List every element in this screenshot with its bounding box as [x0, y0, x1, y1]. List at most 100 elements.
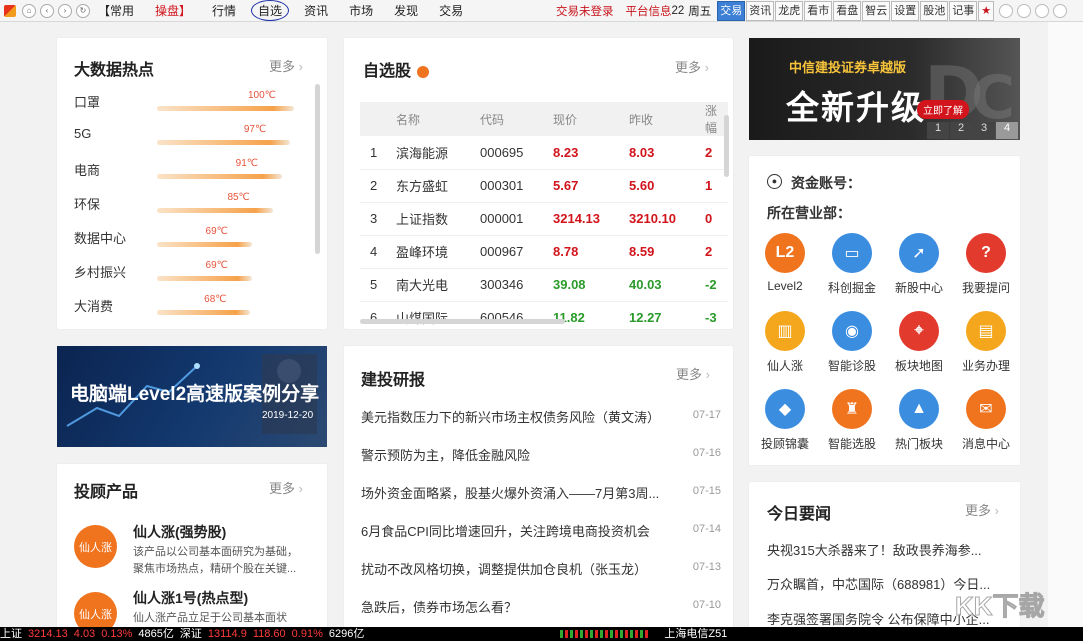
col-price[interactable]: 现价 — [553, 102, 629, 136]
stock-name[interactable]: 山煤国际 — [396, 301, 480, 329]
back-icon[interactable]: ‹ — [40, 4, 54, 18]
promo-page-2[interactable]: 2 — [950, 122, 972, 139]
research-more-link[interactable]: 更多 — [676, 364, 710, 383]
banner-date: 2019-12-20 — [262, 410, 313, 421]
service-icon-label: 科创掘金 — [822, 279, 882, 296]
col-prev-close[interactable]: 昨收 — [629, 102, 705, 136]
service-icon-button[interactable]: ▤业务办理 — [956, 311, 1016, 374]
service-icon-button[interactable]: ✉消息中心 — [956, 389, 1016, 452]
quick-dragon-tiger-button[interactable]: 龙虎 — [775, 1, 803, 21]
stock-prev-close: 12.27 — [629, 301, 705, 329]
watchlist-hscrollbar[interactable] — [360, 319, 565, 324]
hot-topic-item[interactable]: 环保85℃ — [74, 192, 304, 216]
level2-case-banner[interactable]: 电脑端Level2高速版案例分享 2019-12-20 — [57, 346, 327, 447]
service-icon-button[interactable]: ◉智能诊股 — [822, 311, 882, 374]
stock-name[interactable]: 南大光电 — [396, 268, 480, 301]
menu-info[interactable]: 资讯 — [304, 2, 328, 19]
news-more-link[interactable]: 更多 — [965, 500, 999, 519]
promo-page-3[interactable]: 3 — [973, 122, 995, 139]
quick-trade-button[interactable]: 交易 — [717, 1, 745, 21]
service-icon-button[interactable]: ◆投顾锦囊 — [755, 389, 815, 452]
research-date: 07-10 — [693, 599, 721, 611]
research-item[interactable]: 扰动不改风格切换，调整提供加仓良机（张玉龙） — [361, 559, 679, 578]
research-item[interactable]: 美元指数压力下的新兴市场主权债务风险（黄文涛） — [361, 407, 679, 426]
stock-name[interactable]: 滨海能源 — [396, 136, 480, 169]
advisor-more-link[interactable]: 更多 — [269, 478, 303, 497]
news-item[interactable]: 央视315大杀器来了！敌政畏养海参... — [767, 540, 1007, 559]
account-label[interactable]: 资金账号： — [791, 173, 861, 193]
index-sz-name[interactable]: 深证 — [180, 627, 202, 641]
menu-watchlist[interactable]: 自选 — [251, 0, 289, 21]
table-row[interactable]: 4盈峰环境0009678.788.592 — [360, 235, 728, 268]
promo-banner[interactable]: D C 中信建投证券卓越版 全新升级 立即了解 1 2 3 4 — [749, 38, 1020, 140]
quick-settings-button[interactable]: 设置 — [891, 1, 919, 21]
quick-info-button[interactable]: 资讯 — [746, 1, 774, 21]
info-icon[interactable] — [417, 66, 429, 78]
service-icon-button[interactable]: L2Level2 — [755, 233, 815, 293]
quick-view-market-button[interactable]: 看市 — [804, 1, 832, 21]
skin-icon[interactable] — [999, 4, 1013, 18]
quick-stock-pool-button[interactable]: 股池 — [920, 1, 948, 21]
forward-icon[interactable]: › — [58, 4, 72, 18]
service-icon-label: 新股中心 — [889, 279, 949, 296]
watchlist-more-link[interactable]: 更多 — [675, 57, 709, 76]
row-index: 4 — [360, 235, 396, 268]
hot-topic-item[interactable]: 数据中心69℃ — [74, 226, 304, 250]
service-icon-button[interactable]: ♜智能选股 — [822, 389, 882, 452]
refresh-icon[interactable]: ↻ — [76, 4, 90, 18]
advisor-product-name[interactable]: 仙人涨1号(热点型) — [133, 588, 248, 608]
server-status[interactable]: 上海电信Z51 — [664, 627, 727, 641]
col-name[interactable]: 名称 — [396, 102, 480, 136]
research-item[interactable]: 警示预防为主，降低金融风险 — [361, 445, 679, 464]
advisor-product-name[interactable]: 仙人涨(强势股) — [133, 522, 226, 542]
quick-notes-button[interactable]: 记事 — [949, 1, 977, 21]
research-item[interactable]: 场外资金面略紧，股基火爆外资涌入——7月第3周... — [361, 483, 679, 502]
table-row[interactable]: 2东方盛虹0003015.675.601 — [360, 169, 728, 202]
col-code[interactable]: 代码 — [480, 102, 553, 136]
quick-zhiyun-button[interactable]: 智云 — [862, 1, 890, 21]
hot-topic-item[interactable]: 乡村振兴69℃ — [74, 260, 304, 284]
hot-topic-item[interactable]: 大消费68℃ — [74, 294, 304, 318]
restore-icon[interactable] — [1035, 4, 1049, 18]
table-row[interactable]: 1滨海能源0006958.238.032 — [360, 136, 728, 169]
menu-common[interactable]: 【常用 — [98, 2, 134, 19]
table-row[interactable]: 6山煤国际60054611.8212.27-3 — [360, 301, 728, 329]
table-row[interactable]: 5南大光电30034639.0840.03-2 — [360, 268, 728, 301]
stock-name[interactable]: 东方盛虹 — [396, 169, 480, 202]
service-icon-button[interactable]: ➚新股中心 — [889, 233, 949, 296]
service-icon-button[interactable]: ▭科创掘金 — [822, 233, 882, 296]
home-icon[interactable]: ⌂ — [22, 4, 36, 18]
menu-trade[interactable]: 交易 — [439, 2, 463, 19]
service-icon-button[interactable]: ⌖板块地图 — [889, 311, 949, 374]
research-item[interactable]: 6月食品CPI同比增速回升，关注跨境电商投资机会 — [361, 521, 679, 540]
stock-name[interactable]: 上证指数 — [396, 202, 480, 235]
hot-topic-item[interactable]: 电商91℃ — [74, 158, 304, 182]
service-icon-button[interactable]: ?我要提问 — [956, 233, 1016, 296]
service-icon-button[interactable]: ▥仙人涨 — [755, 311, 815, 374]
quick-watch-board-button[interactable]: 看盘 — [833, 1, 861, 21]
platform-info[interactable]: 平台信息 — [626, 3, 672, 19]
index-sh-name[interactable]: 上证 — [0, 627, 22, 641]
menu-market[interactable]: 市场 — [349, 2, 373, 19]
trade-status[interactable]: 交易未登录 — [556, 3, 614, 19]
promo-page-4[interactable]: 4 — [996, 122, 1018, 139]
research-item[interactable]: 急跌后，债券市场怎么看？ — [361, 597, 679, 616]
minimize-icon[interactable] — [1017, 4, 1031, 18]
promo-cta-button[interactable]: 立即了解 — [917, 100, 969, 119]
menu-quotes[interactable]: 行情 — [212, 2, 236, 19]
close-icon[interactable] — [1053, 4, 1067, 18]
table-row[interactable]: 3上证指数0000013214.133210.100 — [360, 202, 728, 235]
favorite-star-icon[interactable]: ★ — [978, 1, 994, 21]
hot-topic-item[interactable]: 5G97℃ — [74, 124, 304, 148]
stock-code: 600546 — [480, 301, 553, 329]
menu-discover[interactable]: 发现 — [394, 2, 418, 19]
hot-topics-scrollbar[interactable] — [315, 84, 320, 254]
menu-trading[interactable]: 操盘】 — [155, 2, 191, 19]
promo-page-1[interactable]: 1 — [927, 122, 949, 139]
hot-topics-more-link[interactable]: 更多 — [269, 56, 303, 75]
stock-name[interactable]: 盈峰环境 — [396, 235, 480, 268]
hot-topic-item[interactable]: 口罩100℃ — [74, 90, 304, 114]
watchlist-vscrollbar[interactable] — [724, 115, 729, 177]
service-icon-button[interactable]: ▲热门板块 — [889, 389, 949, 452]
heat-value: 68℃ — [204, 294, 226, 305]
